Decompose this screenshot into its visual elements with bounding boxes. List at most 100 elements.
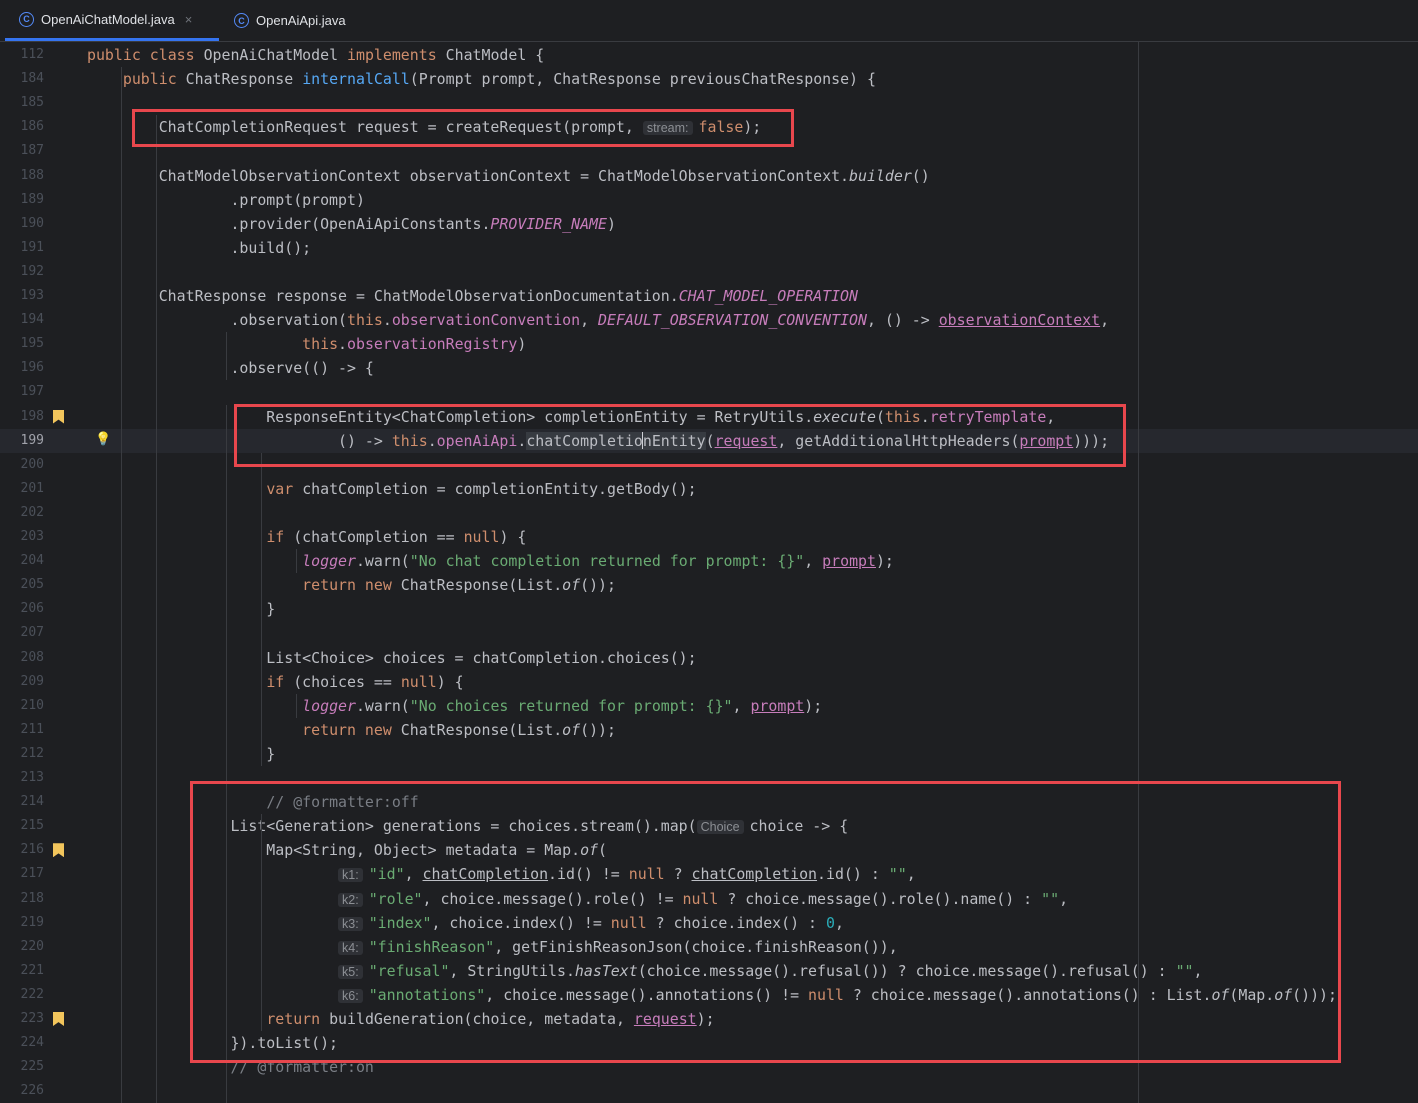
code-line[interactable]: 213: [0, 766, 1418, 790]
code-text[interactable]: public ChatResponse internalCall(Prompt …: [87, 67, 876, 91]
line-number[interactable]: 197: [0, 380, 44, 404]
line-number[interactable]: 225: [0, 1055, 44, 1079]
code-line[interactable]: 191 .build();: [0, 236, 1418, 260]
close-icon[interactable]: ×: [185, 12, 193, 27]
code-text[interactable]: logger.warn("No choices returned for pro…: [87, 694, 822, 718]
code-line[interactable]: 220 k4: "finishReason", getFinishReasonJs…: [0, 935, 1418, 959]
code-line[interactable]: 214 // @formatter:off: [0, 790, 1418, 814]
line-number[interactable]: 186: [0, 115, 44, 139]
code-text[interactable]: k1: "id", chatCompletion.id() != null ? c…: [87, 862, 916, 887]
line-number[interactable]: 187: [0, 139, 44, 163]
line-number[interactable]: 184: [0, 67, 44, 91]
code-line[interactable]: 219 k3: "index", choice.index() != null ?…: [0, 911, 1418, 935]
code-line[interactable]: 225 // @formatter:on: [0, 1055, 1418, 1079]
code-line[interactable]: 221 k5: "refusal", StringUtils.hasText(ch…: [0, 959, 1418, 983]
code-text[interactable]: ChatModelObservationContext observationC…: [87, 164, 930, 188]
code-line[interactable]: 193 ChatResponse response = ChatModelObs…: [0, 284, 1418, 308]
code-line[interactable]: 211 return new ChatResponse(List.of());: [0, 718, 1418, 742]
line-number[interactable]: 211: [0, 718, 44, 742]
code-text[interactable]: k5: "refusal", StringUtils.hasText(choice…: [87, 959, 1203, 984]
code-line[interactable]: 194 .observation(this.observationConvent…: [0, 308, 1418, 332]
line-number[interactable]: 212: [0, 742, 44, 766]
line-number[interactable]: 202: [0, 501, 44, 525]
code-text[interactable]: ResponseEntity<ChatCompletion> completio…: [87, 405, 1055, 429]
code-line[interactable]: 212 }: [0, 742, 1418, 766]
code-text[interactable]: }).toList();: [87, 1031, 338, 1055]
line-number[interactable]: 189: [0, 188, 44, 212]
code-line[interactable]: 196 .observe(() -> {: [0, 356, 1418, 380]
line-number[interactable]: 213: [0, 766, 44, 790]
code-line[interactable]: 190 .provider(OpenAiApiConstants.PROVIDE…: [0, 212, 1418, 236]
code-line[interactable]: 187: [0, 139, 1418, 163]
code-line[interactable]: 112 public class OpenAiChatModel implemen…: [0, 43, 1418, 67]
code-line[interactable]: 216 Map<String, Object> metadata = Map.o…: [0, 838, 1418, 862]
code-text[interactable]: if (chatCompletion == null) {: [87, 525, 526, 549]
line-number[interactable]: 194: [0, 308, 44, 332]
line-number[interactable]: 190: [0, 212, 44, 236]
code-line[interactable]: 207: [0, 621, 1418, 645]
line-number[interactable]: 199: [0, 429, 44, 453]
code-text[interactable]: .prompt(prompt): [87, 188, 364, 212]
code-line[interactable]: 222 k6: "annotations", choice.message().a…: [0, 983, 1418, 1007]
line-number[interactable]: 188: [0, 164, 44, 188]
code-line[interactable]: 186 ChatCompletionRequest request = crea…: [0, 115, 1418, 139]
code-line[interactable]: 206 }: [0, 597, 1418, 621]
code-text[interactable]: k6: "annotations", choice.message().annot…: [87, 983, 1337, 1008]
code-line[interactable]: 226: [0, 1079, 1418, 1103]
line-number[interactable]: 215: [0, 814, 44, 838]
code-line[interactable]: 224 }).toList();: [0, 1031, 1418, 1055]
code-text[interactable]: return new ChatResponse(List.of());: [87, 718, 616, 742]
line-number[interactable]: 207: [0, 621, 44, 645]
code-line[interactable]: 209 if (choices == null) {: [0, 670, 1418, 694]
code-text[interactable]: k4: "finishReason", getFinishReasonJson(c…: [87, 935, 898, 960]
line-number[interactable]: 196: [0, 356, 44, 380]
line-number[interactable]: 185: [0, 91, 44, 115]
code-text[interactable]: public class OpenAiChatModel implements …: [87, 43, 544, 67]
line-number[interactable]: 198: [0, 405, 44, 429]
code-line[interactable]: 210 logger.warn("No choices returned for…: [0, 694, 1418, 718]
code-text[interactable]: // @formatter:on: [87, 1055, 373, 1079]
code-line[interactable]: 197: [0, 380, 1418, 404]
code-text[interactable]: .provider(OpenAiApiConstants.PROVIDER_NA…: [87, 212, 616, 236]
line-number[interactable]: 217: [0, 862, 44, 886]
code-line[interactable]: 188 ChatModelObservationContext observat…: [0, 164, 1418, 188]
code-text[interactable]: logger.warn("No chat completion returned…: [87, 549, 894, 573]
line-number[interactable]: 204: [0, 549, 44, 573]
line-number[interactable]: 203: [0, 525, 44, 549]
code-line[interactable]: 198 ResponseEntity<ChatCompletion> compl…: [0, 405, 1418, 429]
code-line[interactable]: 217 k1: "id", chatCompletion.id() != null…: [0, 862, 1418, 886]
code-line[interactable]: 200: [0, 453, 1418, 477]
code-text[interactable]: ChatResponse response = ChatModelObserva…: [87, 284, 858, 308]
line-number[interactable]: 200: [0, 453, 44, 477]
line-number[interactable]: 205: [0, 573, 44, 597]
line-number[interactable]: 221: [0, 959, 44, 983]
line-number[interactable]: 206: [0, 597, 44, 621]
code-line[interactable]: 189 .prompt(prompt): [0, 188, 1418, 212]
code-text[interactable]: return new ChatResponse(List.of());: [87, 573, 616, 597]
line-number[interactable]: 209: [0, 670, 44, 694]
code-text[interactable]: ChatCompletionRequest request = createRe…: [87, 115, 762, 140]
code-line[interactable]: 208 List<Choice> choices = chatCompletio…: [0, 646, 1418, 670]
tab-openaiapi-java[interactable]: C OpenAiApi.java: [222, 0, 382, 41]
code-line[interactable]: 195 this.observationRegistry): [0, 332, 1418, 356]
code-line[interactable]: 201 var chatCompletion = completionEntit…: [0, 477, 1418, 501]
code-text[interactable]: Map<String, Object> metadata = Map.of(: [87, 838, 607, 862]
code-line[interactable]: 204 logger.warn("No chat completion retu…: [0, 549, 1418, 573]
line-number[interactable]: 223: [0, 1007, 44, 1031]
code-text[interactable]: var chatCompletion = completionEntity.ge…: [87, 477, 696, 501]
code-text[interactable]: k3: "index", choice.index() != null ? cho…: [87, 911, 844, 936]
code-text[interactable]: return buildGeneration(choice, metadata,…: [87, 1007, 714, 1031]
code-line[interactable]: 184 public ChatResponse internalCall(Pro…: [0, 67, 1418, 91]
line-number[interactable]: 218: [0, 887, 44, 911]
line-number[interactable]: 193: [0, 284, 44, 308]
code-line[interactable]: 218 k2: "role", choice.message().role() !…: [0, 887, 1418, 911]
code-text[interactable]: k2: "role", choice.message().role() != nu…: [87, 887, 1068, 912]
code-text[interactable]: if (choices == null) {: [87, 670, 463, 694]
code-line[interactable]: 215 List<Generation> generations = choic…: [0, 814, 1418, 838]
line-number[interactable]: 226: [0, 1079, 44, 1103]
code-line[interactable]: 202: [0, 501, 1418, 525]
bookmark-icon[interactable]: [53, 1012, 64, 1026]
line-number[interactable]: 201: [0, 477, 44, 501]
line-number[interactable]: 219: [0, 911, 44, 935]
code-text[interactable]: }: [87, 597, 275, 621]
